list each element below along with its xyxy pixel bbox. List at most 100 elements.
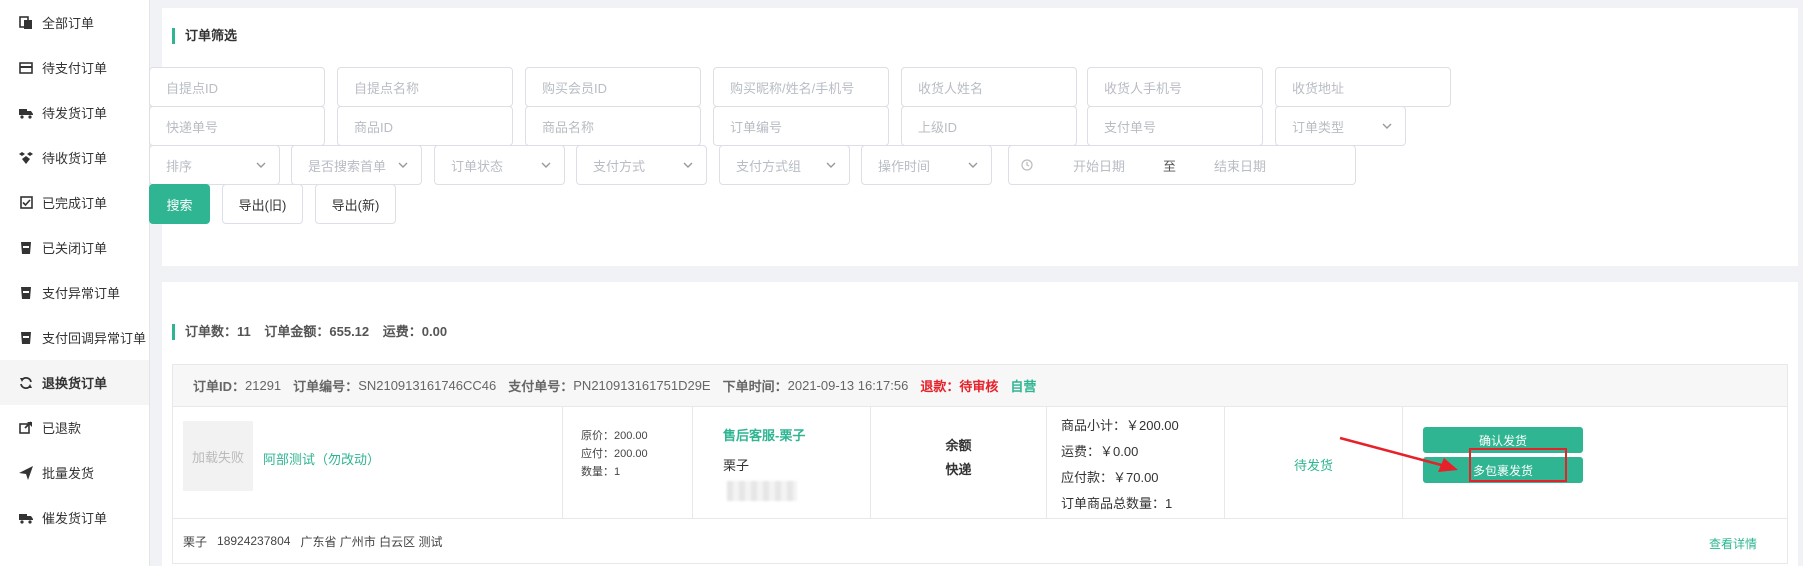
- sidebar-item-callback-error[interactable]: 支付回调异常订单: [0, 315, 149, 360]
- order-no-input[interactable]: 订单编号: [713, 106, 889, 146]
- sidebar-item-label: 已退款: [42, 421, 82, 436]
- pay-group-value: 支付方式组: [736, 158, 802, 174]
- search-button[interactable]: 搜索: [149, 184, 210, 224]
- truck-icon: [18, 105, 34, 121]
- export-new-button[interactable]: 导出(新): [315, 184, 396, 224]
- sidebar-item-pending-payment[interactable]: 待支付订单: [0, 45, 149, 90]
- sidebar-item-payment-error[interactable]: 支付异常订单: [0, 270, 149, 315]
- tracking-no-input[interactable]: 快递单号: [149, 106, 325, 146]
- first-order-value: 是否搜索首单: [308, 158, 387, 174]
- sidebar: 全部订单 待支付订单 待发货订单 待收货订单 已完成订单 已关闭订单 支付异常订…: [0, 0, 150, 566]
- op-time-select[interactable]: 操作时间: [861, 145, 992, 185]
- sidebar-item-label: 待支付订单: [42, 61, 108, 76]
- pay-no-label: 支付单号：: [508, 379, 574, 394]
- cup-icon: [18, 240, 34, 256]
- order-status-value: 订单状态: [451, 158, 504, 174]
- sidebar-item-all-orders[interactable]: 全部订单: [0, 0, 149, 45]
- order-list-panel: 订单数：11 订单金额：655.12 运费：0.00 订单ID： 21291 订…: [162, 282, 1798, 566]
- member-id-input[interactable]: 购买会员ID: [525, 67, 701, 107]
- pay-amount: 应付款：￥70.00: [1061, 470, 1159, 485]
- sidebar-item-completed[interactable]: 已完成订单: [0, 180, 149, 225]
- product-thumbnail: 加载失败: [183, 421, 253, 491]
- sidebar-item-label: 全部订单: [42, 16, 95, 31]
- sidebar-item-refunded[interactable]: 已退款: [0, 405, 149, 450]
- receiver-name-input[interactable]: 收货人姓名: [901, 67, 1077, 107]
- sidebar-item-label: 已关闭订单: [42, 241, 108, 256]
- order-time-label: 下单时间：: [722, 379, 788, 394]
- truck-icon: [18, 510, 34, 526]
- sidebar-item-label: 退换货订单: [42, 376, 108, 391]
- sidebar-item-urge-ship[interactable]: 催发货订单: [0, 495, 149, 540]
- amount-cell: 商品小计：￥200.00 运费：￥0.00 应付款：￥70.00 订单商品总数量…: [1047, 407, 1225, 519]
- payable-price: 应付：200.00: [581, 448, 648, 460]
- parent-id-input[interactable]: 上级ID: [901, 106, 1077, 146]
- order-summary: 订单数：11 订单金额：655.12 运费：0.00: [172, 324, 457, 340]
- pay-no-input[interactable]: 支付单号: [1087, 106, 1263, 146]
- pickup-id-input[interactable]: 自提点ID: [149, 67, 325, 107]
- order-footer: 栗子 18924237804 广东省 广州市 白云区 测试 查看详情: [173, 519, 1787, 563]
- cs-name-link[interactable]: 售后客服-栗子: [723, 425, 805, 444]
- amount-lines: 商品小计：￥200.00 运费：￥0.00 应付款：￥70.00 订单商品总数量…: [1061, 413, 1179, 517]
- check-square-icon: [18, 195, 34, 211]
- date-end: 结束日期: [1214, 158, 1267, 174]
- sidebar-item-label: 催发货订单: [42, 511, 108, 526]
- product-name-link[interactable]: 阿部测试（勿改动）: [263, 449, 380, 468]
- sidebar-item-batch-ship[interactable]: 批量发货: [0, 450, 149, 495]
- date-start: 开始日期: [1073, 158, 1126, 174]
- pay-method-select[interactable]: 支付方式: [576, 145, 707, 185]
- chevron-down-icon: [256, 162, 266, 168]
- pay-method: 余额: [945, 438, 972, 453]
- sidebar-item-label: 支付回调异常订单: [42, 331, 147, 346]
- product-name-input[interactable]: 商品名称: [525, 106, 701, 146]
- first-order-select[interactable]: 是否搜索首单: [291, 145, 422, 185]
- op-time-value: 操作时间: [878, 158, 931, 174]
- refresh-icon: [18, 375, 34, 391]
- redacted-info: [727, 481, 797, 501]
- refund-status: 退款：待审核: [920, 379, 999, 394]
- pay-group-select[interactable]: 支付方式组: [719, 145, 850, 185]
- order-status-select[interactable]: 订单状态: [434, 145, 565, 185]
- chevron-down-icon: [826, 162, 836, 168]
- receiver-phone-input[interactable]: 收货人手机号: [1087, 67, 1263, 107]
- sidebar-item-returns[interactable]: 退换货订单: [0, 360, 149, 405]
- sidebar-item-label: 批量发货: [42, 466, 95, 481]
- view-details-link[interactable]: 查看详情: [1709, 535, 1757, 552]
- order-type-select[interactable]: 订单类型: [1275, 106, 1406, 146]
- cup-icon: [18, 285, 34, 301]
- quantity: 数量：1: [581, 466, 621, 478]
- ship-method: 快递: [945, 462, 972, 477]
- order-no: SN210913161746CC46: [358, 378, 497, 393]
- chevron-down-icon: [398, 162, 408, 168]
- filter-title: 订单筛选: [172, 28, 237, 44]
- price-lines: 原价：200.00 应付：200.00 数量：1: [581, 427, 648, 481]
- order-type-value: 订单类型: [1292, 119, 1345, 135]
- payment-cell: 余额 快递: [871, 407, 1047, 519]
- chevron-down-icon: [968, 162, 978, 168]
- sort-select[interactable]: 排序: [149, 145, 280, 185]
- product-id-input[interactable]: 商品ID: [337, 106, 513, 146]
- chevron-down-icon: [1382, 123, 1392, 129]
- cs-user: 栗子: [723, 458, 750, 473]
- order-no-label: 订单编号：: [293, 379, 359, 394]
- sidebar-item-pending-shipment[interactable]: 待发货订单: [0, 90, 149, 135]
- freight: 运费：￥0.00: [1061, 444, 1139, 459]
- date-range-picker[interactable]: 开始日期 至 结束日期: [1008, 145, 1356, 185]
- subtotal: 商品小计：￥200.00: [1061, 418, 1179, 433]
- order-freight: 运费：0.00: [382, 324, 448, 339]
- receiver-address-input[interactable]: 收货地址: [1275, 67, 1451, 107]
- sidebar-item-closed[interactable]: 已关闭订单: [0, 225, 149, 270]
- sidebar-item-label: 已完成订单: [42, 196, 108, 211]
- pickup-name-input[interactable]: 自提点名称: [337, 67, 513, 107]
- pay-method-value: 支付方式: [593, 158, 646, 174]
- sidebar-item-label: 待发货订单: [42, 106, 108, 121]
- sidebar-item-pending-receipt[interactable]: 待收货订单: [0, 135, 149, 180]
- buyer-info-input[interactable]: 购买昵称/姓名/手机号: [713, 67, 889, 107]
- order-count: 订单数：11: [185, 324, 251, 339]
- receiver-phone: 18924237804: [217, 534, 291, 548]
- order-amount: 订单金额：655.12: [264, 324, 370, 339]
- export-old-button[interactable]: 导出(旧): [222, 184, 303, 224]
- chevron-down-icon: [683, 162, 693, 168]
- clock-icon: [1021, 159, 1033, 171]
- cup-icon: [18, 330, 34, 346]
- chevron-down-icon: [541, 162, 551, 168]
